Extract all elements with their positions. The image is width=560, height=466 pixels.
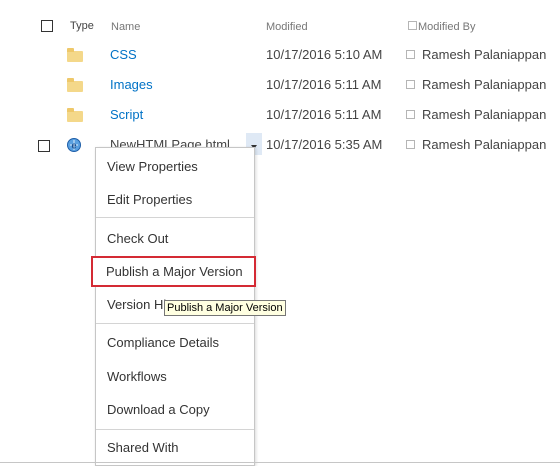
menu-separator xyxy=(96,429,254,430)
column-header-modified[interactable]: Modified xyxy=(266,21,308,33)
menu-item-compliance-details[interactable]: Compliance Details xyxy=(107,335,219,350)
menu-item-download-a-copy[interactable]: Download a Copy xyxy=(107,402,210,417)
svg-text:e: e xyxy=(71,141,76,151)
item-name-link[interactable]: CSS xyxy=(110,47,137,62)
modified-by-presence-icon xyxy=(406,140,415,149)
html-file-icon: e xyxy=(66,137,82,153)
item-modified: 10/17/2016 5:11 AM xyxy=(266,107,382,122)
item-name-link[interactable]: Images xyxy=(110,77,153,92)
menu-item-shared-with[interactable]: Shared With xyxy=(107,440,179,455)
modified-by-presence-icon xyxy=(406,110,415,119)
item-modified-by[interactable]: Ramesh Palaniappan xyxy=(422,77,546,92)
menu-item-view-properties[interactable]: View Properties xyxy=(107,159,198,174)
menu-item-publish-major-version[interactable]: Publish a Major Version xyxy=(91,256,256,287)
item-modified-by[interactable]: Ramesh Palaniappan xyxy=(422,47,546,62)
item-modified: 10/17/2016 5:11 AM xyxy=(266,77,382,92)
folder-icon xyxy=(67,108,83,122)
divider xyxy=(0,462,560,463)
menu-item-label: Publish a Major Version xyxy=(106,264,243,279)
item-modified-by[interactable]: Ramesh Palaniappan xyxy=(422,107,546,122)
menu-item-edit-properties[interactable]: Edit Properties xyxy=(107,192,192,207)
menu-separator xyxy=(96,217,254,218)
column-header-name[interactable]: Name xyxy=(111,21,140,33)
item-modified: 10/17/2016 5:35 AM xyxy=(266,137,383,152)
item-modified-by[interactable]: Ramesh Palaniappan xyxy=(422,137,546,152)
menu-item-version-history[interactable]: Version Hi xyxy=(107,297,166,312)
tooltip: Publish a Major Version xyxy=(164,300,286,316)
modified-by-presence-icon xyxy=(406,50,415,59)
folder-icon xyxy=(67,48,83,62)
folder-icon xyxy=(67,78,83,92)
column-header-type[interactable]: Type xyxy=(70,20,94,32)
select-all-checkbox[interactable] xyxy=(41,20,53,32)
item-name-link[interactable]: Script xyxy=(110,107,143,122)
menu-separator xyxy=(96,323,254,324)
menu-item-workflows[interactable]: Workflows xyxy=(107,369,167,384)
column-header-modified-by[interactable]: Modified By xyxy=(418,21,475,33)
modified-by-presence-icon xyxy=(406,80,415,89)
modified-by-filter-checkbox[interactable] xyxy=(408,21,417,30)
menu-item-check-out[interactable]: Check Out xyxy=(107,231,168,246)
row-select-checkbox[interactable] xyxy=(38,140,50,152)
item-modified: 10/17/2016 5:10 AM xyxy=(266,47,383,62)
